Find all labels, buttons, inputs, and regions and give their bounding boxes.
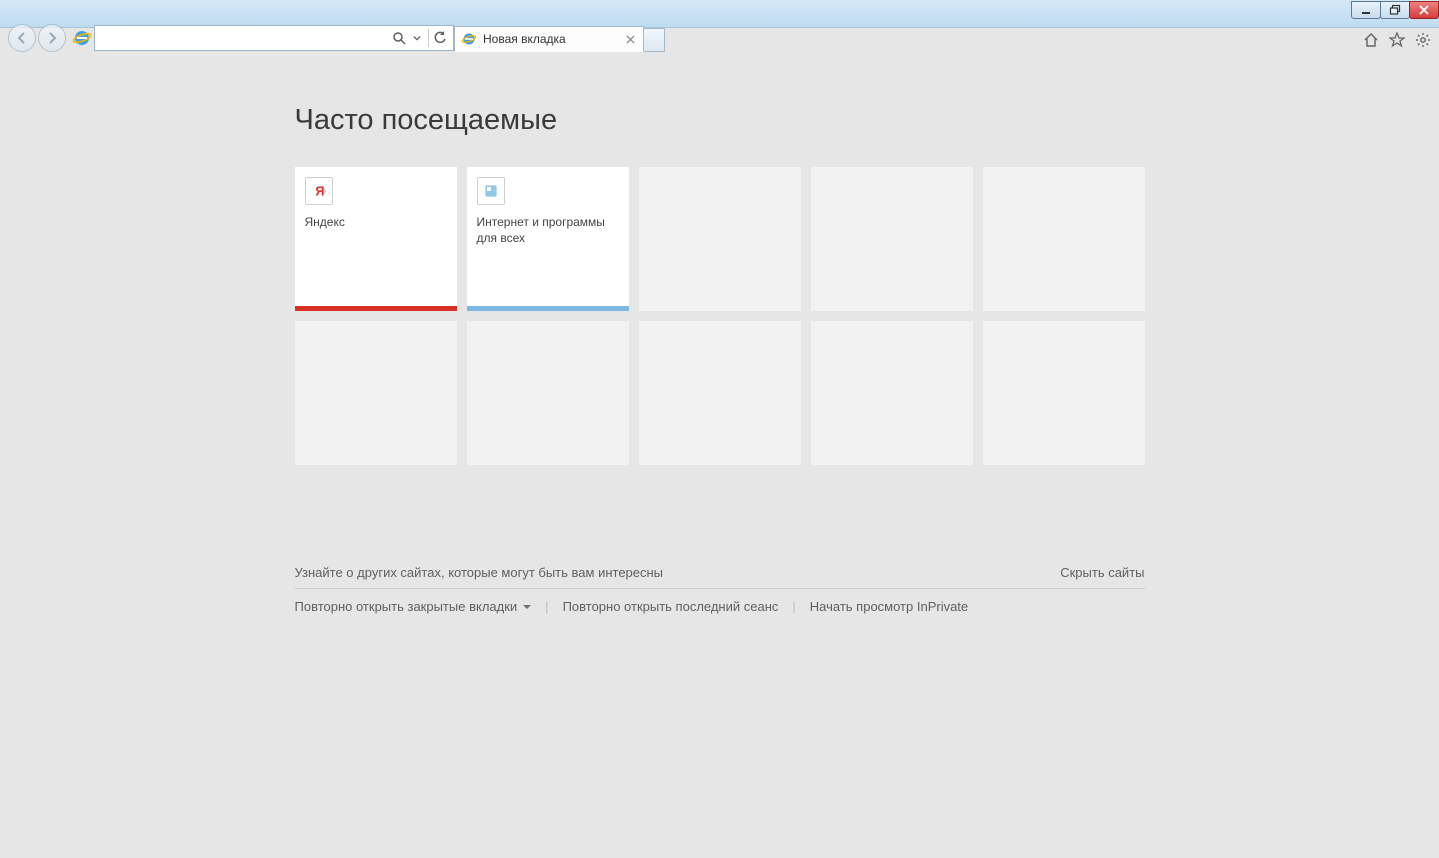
minimize-button[interactable] xyxy=(1351,1,1381,19)
tile-empty[interactable] xyxy=(811,321,973,465)
tiles-grid: Я Яндекс Интернет и программы для всех xyxy=(295,167,1145,465)
tile-accent-bar xyxy=(295,306,457,311)
forward-button[interactable] xyxy=(38,24,66,52)
tile-empty[interactable] xyxy=(639,167,801,311)
tab-strip: Новая вкладка xyxy=(454,24,665,52)
reopen-closed-tabs-link[interactable]: Повторно открыть закрытые вкладки xyxy=(295,599,518,614)
inprivate-link[interactable]: Начать просмотр InPrivate xyxy=(810,599,968,614)
tile-label: Интернет и программы для всех xyxy=(467,215,629,246)
tile-empty[interactable] xyxy=(811,167,973,311)
hide-sites-link[interactable]: Скрыть сайты xyxy=(1060,565,1144,580)
suggest-sites-link[interactable]: Узнайте о других сайтах, которые могут б… xyxy=(295,565,664,580)
back-button[interactable] xyxy=(8,24,36,52)
refresh-icon[interactable] xyxy=(431,28,449,48)
reopen-last-session-link[interactable]: Повторно открыть последний сеанс xyxy=(563,599,779,614)
tab-new[interactable]: Новая вкладка xyxy=(454,26,644,52)
tile-label: Яндекс xyxy=(295,215,457,231)
favorites-icon[interactable] xyxy=(1387,30,1407,50)
window-controls xyxy=(1352,1,1439,19)
ie-logo-icon xyxy=(72,28,92,48)
gear-icon[interactable] xyxy=(1413,30,1433,50)
search-icon[interactable] xyxy=(390,28,408,48)
tile-accent-bar xyxy=(467,306,629,311)
maximize-button[interactable] xyxy=(1380,1,1410,19)
footer-links: Узнайте о других сайтах, которые могут б… xyxy=(295,565,1145,614)
address-dropdown-icon[interactable] xyxy=(408,28,426,48)
footer-row-top: Узнайте о других сайтах, которые могут б… xyxy=(295,565,1145,589)
tile-empty[interactable] xyxy=(295,321,457,465)
app-icon xyxy=(477,177,505,205)
close-button[interactable] xyxy=(1409,1,1439,19)
chevron-down-icon xyxy=(523,605,531,609)
tile-programs[interactable]: Интернет и программы для всех xyxy=(467,167,629,311)
yandex-icon: Я xyxy=(305,177,333,205)
home-icon[interactable] xyxy=(1361,30,1381,50)
navigation-bar: Новая вкладка xyxy=(0,22,1439,54)
tile-empty[interactable] xyxy=(467,321,629,465)
tile-empty[interactable] xyxy=(639,321,801,465)
separator: | xyxy=(545,599,548,614)
tab-title: Новая вкладка xyxy=(483,32,566,46)
tile-yandex[interactable]: Я Яндекс xyxy=(295,167,457,311)
tab-close-icon[interactable] xyxy=(623,32,637,46)
toolbar-right xyxy=(1361,30,1433,50)
address-bar-group xyxy=(72,25,454,51)
addrbar-divider xyxy=(428,29,429,47)
new-tab-button[interactable] xyxy=(643,28,665,52)
address-bar[interactable] xyxy=(94,25,454,51)
page-content: Часто посещаемые Я Яндекс Интернет и про… xyxy=(0,54,1439,858)
ie-tab-icon xyxy=(461,31,477,47)
content-inner: Часто посещаемые Я Яндекс Интернет и про… xyxy=(295,54,1145,614)
tile-empty[interactable] xyxy=(983,167,1145,311)
separator: | xyxy=(792,599,795,614)
frequent-heading: Часто посещаемые xyxy=(295,104,1145,137)
address-input[interactable] xyxy=(99,26,390,50)
footer-row-bottom: Повторно открыть закрытые вкладки | Повт… xyxy=(295,589,1145,614)
tile-empty[interactable] xyxy=(983,321,1145,465)
